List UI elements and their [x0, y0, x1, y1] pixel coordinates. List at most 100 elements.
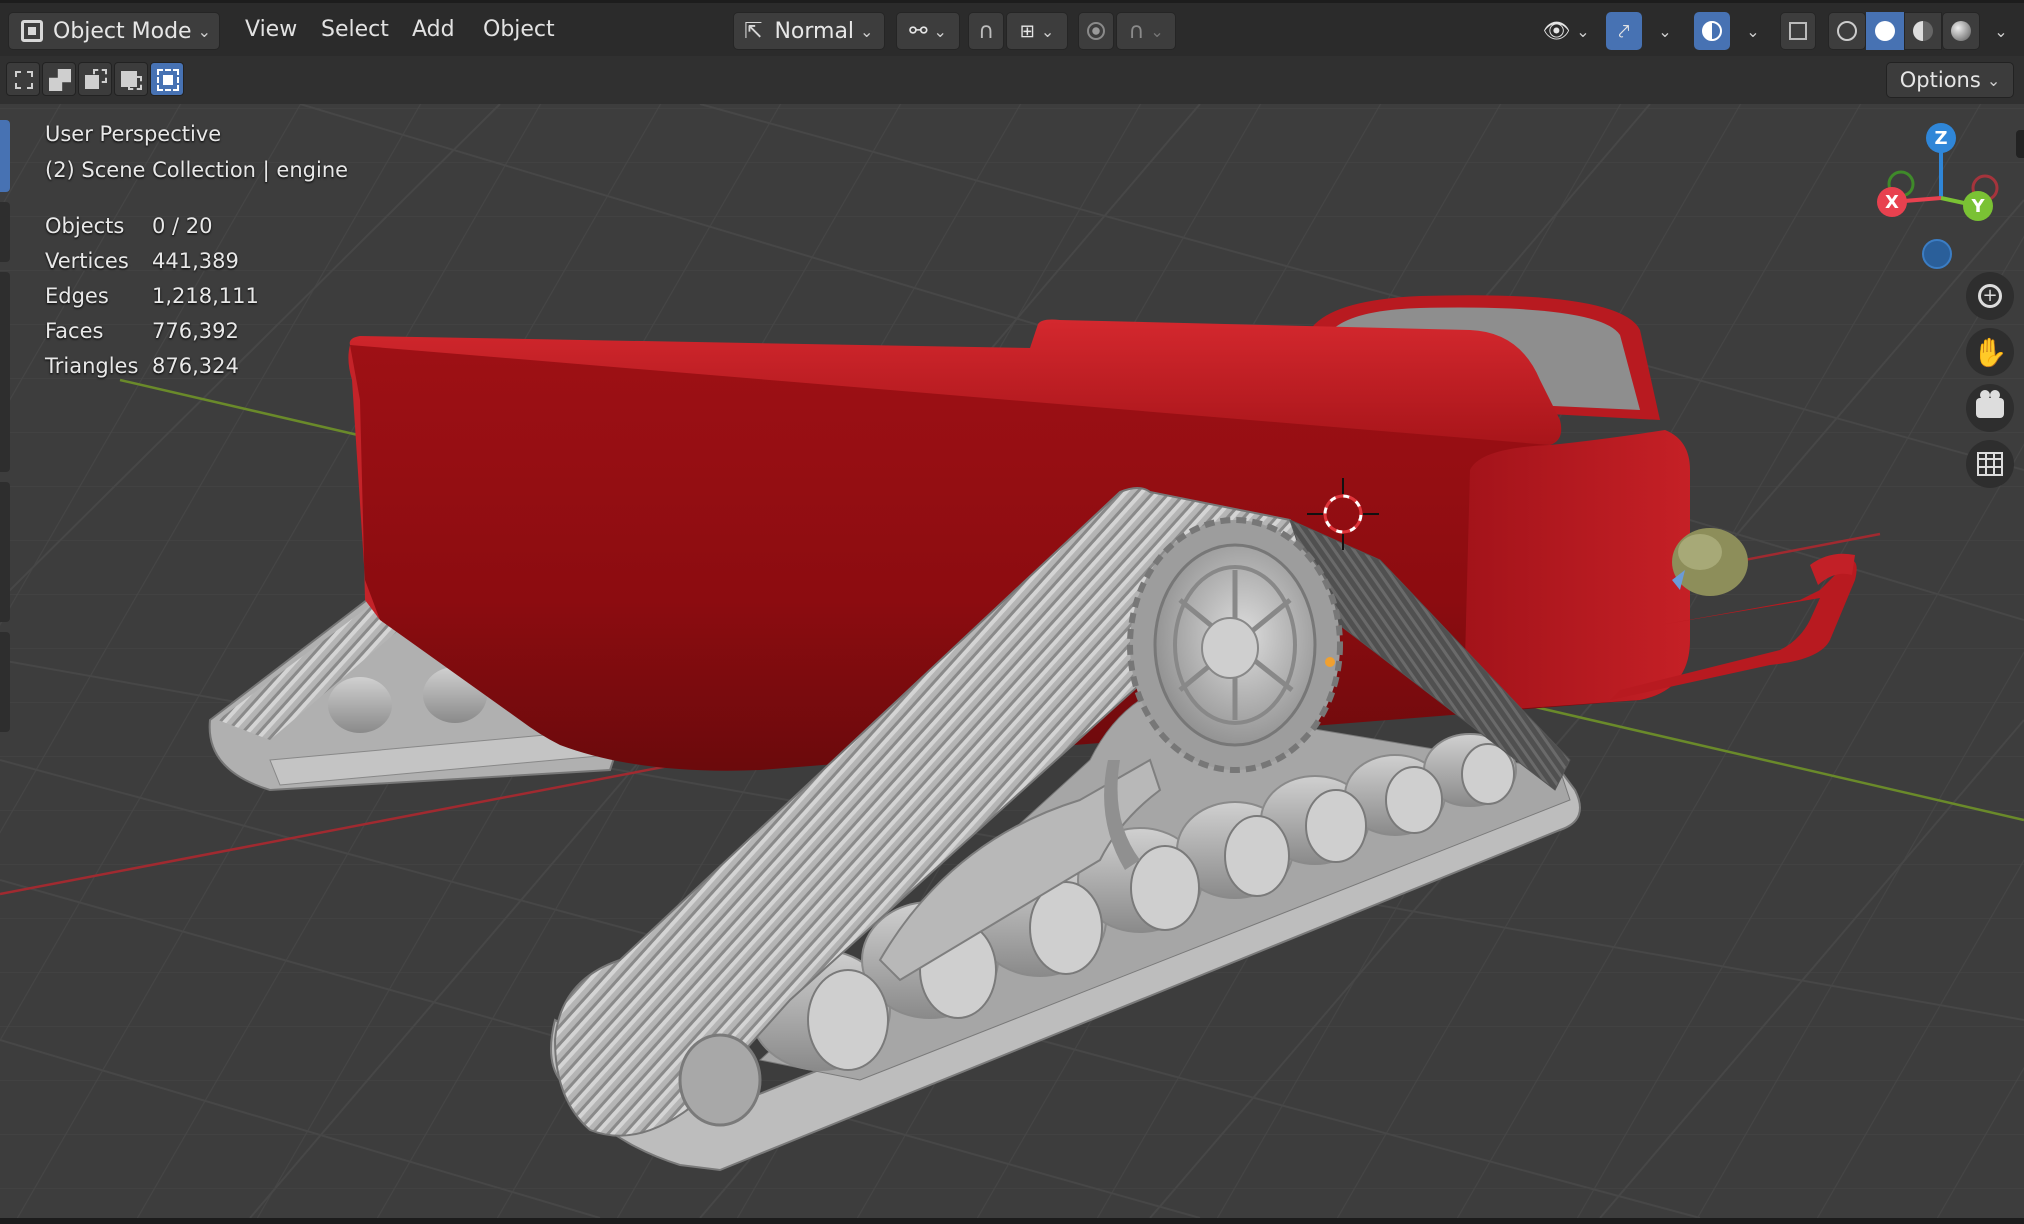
navigation-gizmo[interactable]: Z X Y — [1870, 118, 2010, 278]
stat-label-triangles: Triangles — [45, 354, 139, 378]
eye-icon: 👁 — [1542, 18, 1571, 44]
select-invert-outline — [128, 76, 142, 90]
select-mode-intersect[interactable] — [150, 62, 184, 96]
toolbar-tab[interactable] — [0, 632, 10, 732]
shading-solid[interactable] — [1866, 12, 1904, 50]
overlays-dropdown[interactable]: ⌄ — [1734, 12, 1766, 50]
gizmo-icon: ⤤ — [1618, 19, 1630, 43]
select-subtract-outline — [93, 69, 107, 83]
toolbar-tab[interactable] — [0, 482, 10, 622]
viewport-header: Object Mode ⌄ View Select Add Object ⇱ N… — [0, 0, 2024, 56]
stat-value-edges: 1,218,111 — [152, 284, 259, 308]
collection-info: (2) Scene Collection | engine — [45, 158, 349, 182]
select-mode-new[interactable] — [6, 62, 40, 96]
stat-label-edges: Edges — [45, 284, 109, 308]
view-name: User Perspective — [45, 122, 222, 146]
scene-render — [0, 104, 2024, 1218]
chevron-down-icon: ⌄ — [933, 21, 947, 41]
rendered-sphere-icon — [1951, 21, 1971, 41]
material-sphere-icon — [1913, 21, 1933, 41]
chevron-down-icon: ⌄ — [860, 21, 874, 41]
proportional-editing-toggle[interactable] — [1078, 12, 1114, 50]
gizmo-x-axis[interactable]: X — [1877, 187, 1907, 217]
orientation-label: Normal — [774, 18, 855, 44]
menu-select[interactable]: Select — [321, 17, 389, 42]
wireframe-sphere-icon — [1837, 21, 1857, 41]
toolbar-tab[interactable] — [0, 272, 10, 472]
chevron-down-icon: ⌄ — [1150, 21, 1164, 41]
toolbar-tab[interactable] — [0, 202, 10, 262]
snap-toggle[interactable]: ∩ — [968, 12, 1004, 50]
sidebar-toggle[interactable] — [2016, 130, 2024, 158]
snap-target-dropdown[interactable]: ⊞ ⌄ — [1006, 12, 1068, 50]
zoom-icon: + — [1978, 284, 2002, 308]
shading-rendered[interactable] — [1942, 12, 1980, 50]
gizmo-toggle[interactable]: ⤤ — [1606, 12, 1642, 50]
mode-selector[interactable]: Object Mode ⌄ — [8, 12, 220, 50]
chevron-down-icon: ⌄ — [1746, 21, 1760, 41]
gizmo-y-axis[interactable]: Y — [1963, 191, 1993, 221]
select-mode-subtract[interactable] — [78, 62, 112, 96]
shading-dropdown[interactable]: ⌄ — [1982, 12, 2014, 50]
object-mode-icon — [21, 20, 43, 42]
select-extend-icon — [49, 69, 71, 91]
chevron-down-icon: ⌄ — [1994, 21, 2008, 41]
menu-view[interactable]: View — [245, 17, 297, 42]
pan-button[interactable]: ✋ — [1966, 328, 2014, 376]
shading-wireframe[interactable] — [1828, 12, 1866, 50]
menu-add[interactable]: Add — [412, 17, 455, 42]
bottom-border — [0, 1218, 2024, 1224]
pivot-icon: ⚯ — [909, 18, 928, 44]
chevron-down-icon: ⌄ — [197, 21, 211, 41]
3d-viewport[interactable] — [0, 104, 2024, 1218]
gizmo-y-label: Y — [1971, 195, 1985, 217]
stat-value-faces: 776,392 — [152, 319, 239, 343]
gizmo-x-label: X — [1885, 191, 1899, 213]
pivot-point-dropdown[interactable]: ⚯ ⌄ — [896, 12, 960, 50]
tool-settings-bar: Options ⌄ — [0, 56, 2024, 104]
stat-label-faces: Faces — [45, 319, 104, 343]
left-toolbar-strip — [0, 112, 12, 752]
solid-sphere-icon — [1875, 21, 1895, 41]
stat-label-vertices: Vertices — [45, 249, 129, 273]
gizmo-z-axis[interactable]: Z — [1926, 123, 1956, 153]
select-intersect-core — [163, 75, 173, 85]
perspective-toggle-button[interactable] — [1966, 440, 2014, 488]
select-mode-invert[interactable] — [114, 62, 148, 96]
chevron-down-icon: ⌄ — [1986, 70, 2001, 90]
magnet-icon: ∩ — [977, 18, 995, 44]
stat-label-objects: Objects — [45, 214, 125, 238]
xray-icon — [1789, 22, 1807, 40]
camera-view-button[interactable] — [1966, 384, 2014, 432]
visibility-dropdown[interactable]: 👁 ⌄ — [1534, 12, 1598, 50]
falloff-dropdown[interactable]: ∩ ⌄ — [1116, 12, 1176, 50]
options-dropdown[interactable]: Options ⌄ — [1886, 62, 2014, 98]
stat-value-triangles: 876,324 — [152, 354, 239, 378]
stat-value-objects: 0 / 20 — [152, 214, 213, 238]
gizmo-dropdown[interactable]: ⌄ — [1646, 12, 1678, 50]
overlays-toggle[interactable] — [1694, 12, 1730, 50]
gizmo-z-label: Z — [1934, 127, 1948, 149]
shading-material[interactable] — [1904, 12, 1942, 50]
orientation-icon: ⇱ — [744, 18, 763, 44]
proportional-edit-icon — [1087, 22, 1105, 40]
menu-object[interactable]: Object — [483, 17, 555, 42]
chevron-down-icon: ⌄ — [1576, 21, 1590, 41]
transform-orientation-dropdown[interactable]: ⇱ Normal ⌄ — [733, 12, 885, 50]
select-mode-extend[interactable] — [42, 62, 76, 96]
grid-perspective-icon — [1977, 452, 2003, 476]
snap-increment-icon: ⊞ — [1019, 20, 1035, 42]
sprocket-wheel — [1127, 517, 1343, 773]
camera-icon — [1976, 390, 2004, 418]
toolbar-tab-active[interactable] — [0, 120, 10, 192]
chevron-down-icon: ⌄ — [1658, 21, 1672, 41]
chevron-down-icon: ⌄ — [1040, 21, 1055, 41]
object-origin-dot — [1325, 657, 1335, 667]
mode-label: Object Mode — [53, 18, 192, 44]
falloff-curve-icon: ∩ — [1128, 18, 1145, 44]
stat-value-vertices: 441,389 — [152, 249, 239, 273]
select-new-icon — [15, 71, 33, 89]
zoom-button[interactable]: + — [1966, 272, 2014, 320]
xray-toggle[interactable] — [1780, 12, 1816, 50]
hand-icon: ✋ — [1972, 335, 2008, 369]
